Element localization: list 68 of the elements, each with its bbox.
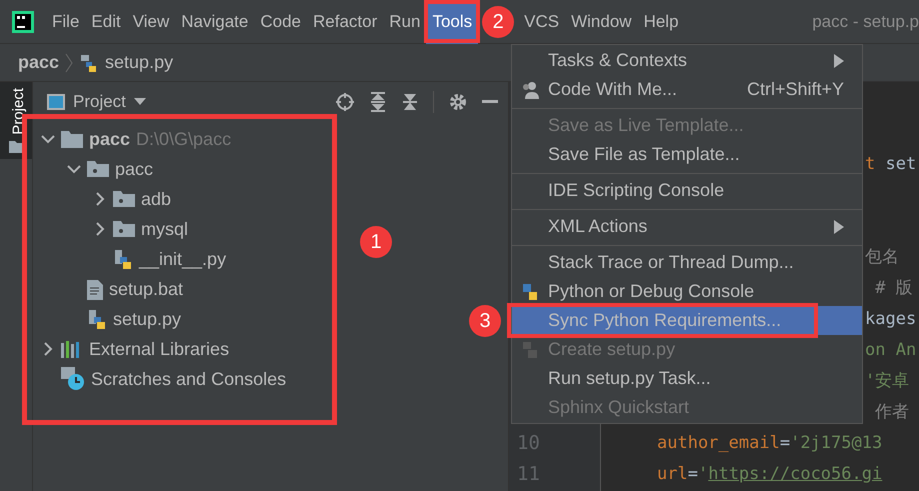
menu-entry[interactable]: Save File as Template...: [512, 140, 862, 169]
expanded-chevron-icon[interactable]: [67, 164, 81, 174]
menu-item[interactable]: Refactor: [307, 0, 384, 44]
python-file-icon: [87, 308, 107, 330]
tree-item[interactable]: adb: [141, 186, 172, 212]
menu-entry[interactable]: IDE Scripting Console: [512, 176, 862, 205]
highlight-frame: [424, 0, 480, 43]
package-folder-icon: [113, 221, 135, 237]
menu-item[interactable]: Edit: [85, 0, 127, 44]
tree-item[interactable]: pacc: [115, 156, 154, 182]
tree-item[interactable]: setup.bat: [109, 276, 184, 302]
locate-icon[interactable]: [335, 92, 355, 112]
tree-item[interactable]: External Libraries: [89, 336, 230, 362]
folder-path: D:\0\G\pacc: [136, 128, 232, 151]
app-logo-icon: [12, 10, 34, 32]
caret-icon: [134, 98, 146, 106]
code-line: t set: [865, 152, 916, 176]
step-badge: 2: [482, 6, 514, 38]
menu-item[interactable]: Navigate: [175, 0, 254, 44]
collapse-all-icon[interactable]: [401, 92, 419, 112]
scratches-icon: [61, 367, 85, 391]
tree-item[interactable]: mysql: [141, 216, 188, 242]
code-line: on An: [865, 338, 916, 362]
expanded-chevron-icon[interactable]: [41, 134, 55, 144]
hide-icon[interactable]: [482, 100, 498, 104]
expand-all-icon[interactable]: [369, 92, 387, 112]
code-line: kages: [865, 308, 916, 331]
code-line: # 版: [874, 276, 913, 300]
menu-entry[interactable]: XML Actions: [512, 212, 862, 241]
code-line: 作者: [874, 400, 910, 424]
python-icon: [520, 340, 540, 360]
breadcrumb-item[interactable]: pacc: [18, 49, 60, 76]
tree-item[interactable]: Scratches and Consoles: [91, 366, 286, 392]
menu-item[interactable]: File: [46, 0, 86, 44]
menu-item[interactable]: Help: [638, 0, 685, 44]
text-file-icon: [87, 278, 103, 300]
package-folder-icon: [113, 191, 135, 207]
menu-entry[interactable]: Run setup.py Task...: [512, 364, 862, 393]
window-title: pacc - setup.p: [812, 10, 919, 33]
menu-item[interactable]: Code: [254, 0, 307, 44]
menu-item[interactable]: VCS: [518, 0, 566, 44]
code-line: '安卓: [865, 370, 910, 393]
menu-entry[interactable]: Stack Trace or Thread Dump...: [512, 248, 862, 277]
tree-item[interactable]: pacc: [89, 126, 130, 152]
package-folder-icon: [87, 161, 109, 177]
project-view-dropdown[interactable]: Project: [73, 89, 146, 115]
folder-icon: [9, 140, 23, 153]
menu-entry[interactable]: Tasks & Contexts: [512, 46, 862, 75]
python-icon: [520, 282, 540, 302]
project-side-tab[interactable]: Project: [0, 82, 32, 159]
menu-entry[interactable]: Python or Debug Console: [512, 277, 862, 306]
shortcut-label: Ctrl+Shift+Y: [746, 78, 844, 101]
folder-icon: [61, 130, 83, 148]
menu-item[interactable]: View: [126, 0, 176, 44]
tree-item[interactable]: setup.py: [113, 306, 182, 332]
menu-item[interactable]: Window: [565, 0, 638, 44]
menu-entry[interactable]: Code With Me... Ctrl+Shift+Y: [512, 75, 862, 104]
breadcrumb-item[interactable]: setup.py: [105, 49, 174, 76]
people-icon: [520, 80, 540, 98]
chevron-icon: [65, 52, 74, 72]
menu-item[interactable]: Run: [383, 0, 426, 44]
code-line: url='https://coco56.gi: [657, 462, 882, 486]
python-file-icon: [113, 248, 133, 270]
window-icon: [47, 94, 65, 110]
code-line: author_email='2j175@13: [657, 432, 882, 455]
tree-item[interactable]: __init__.py: [139, 246, 226, 272]
settings-icon[interactable]: [448, 92, 468, 112]
code-line: 包名: [865, 246, 899, 269]
